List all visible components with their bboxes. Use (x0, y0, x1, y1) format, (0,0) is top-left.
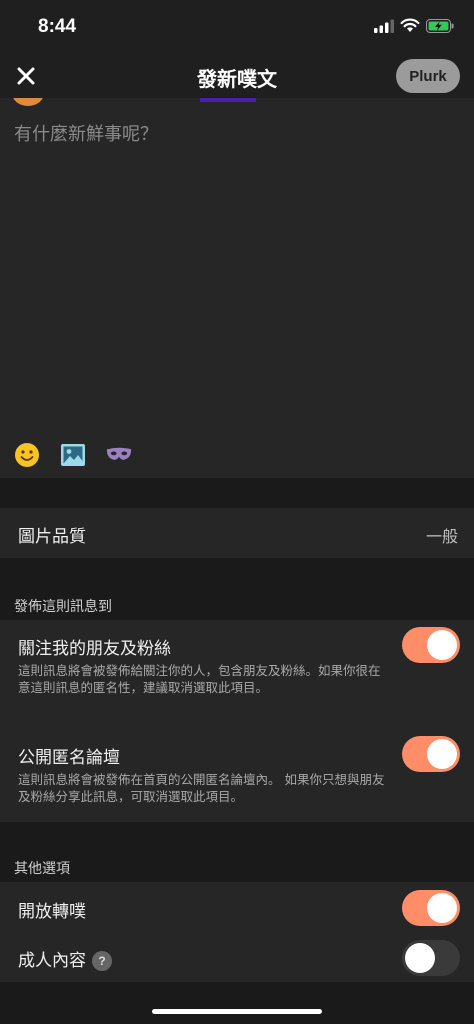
composer-toolbar (14, 442, 132, 468)
publish-section: 關注我的朋友及粉絲 這則訊息將會被發佈給關注你的人，包含朋友及粉絲。如果你很在意… (0, 620, 474, 822)
avatar (12, 98, 44, 106)
status-time: 8:44 (38, 16, 77, 37)
other-section: 開放轉噗 成人內容? (0, 882, 474, 982)
toggle-knob (427, 630, 457, 660)
wifi-icon (400, 18, 420, 37)
adult-content-toggle[interactable] (402, 940, 460, 976)
other-section-header: 其他選項 (14, 861, 70, 877)
adult-content-row: 成人內容? (18, 946, 112, 971)
anonymous-forum-label: 公開匿名論壇 (18, 748, 120, 768)
allow-replurk-toggle[interactable] (402, 890, 460, 926)
toggle-knob (427, 739, 457, 769)
plurk-submit-button[interactable]: Plurk (396, 59, 460, 93)
status-bar: 8:44 (0, 0, 474, 54)
signal-icon (374, 18, 394, 37)
qualifier-indicator (200, 98, 256, 102)
home-indicator (152, 1009, 322, 1014)
toggle-knob (405, 943, 435, 973)
battery-charging-icon (426, 18, 454, 37)
composer: 有什麼新鮮事呢？ (0, 98, 474, 478)
image-quality-value: 一般 (425, 527, 458, 546)
anonymous-forum-toggle[interactable] (402, 736, 460, 772)
toggle-knob (427, 893, 457, 923)
image-quality-row[interactable]: 圖片品質 一般 (0, 508, 474, 558)
friends-fans-label: 關注我的朋友及粉絲 (18, 639, 171, 659)
allow-replurk-label: 開放轉噗 (18, 902, 86, 922)
navbar: 發新噗文 Plurk (0, 54, 474, 98)
friends-fans-toggle[interactable] (402, 627, 460, 663)
mask-icon[interactable] (106, 442, 132, 468)
image-quality-label: 圖片品質 (18, 527, 86, 547)
status-icons (374, 18, 454, 37)
adult-content-label: 成人內容 (18, 951, 86, 971)
anonymous-forum-description: 這則訊息將會被發佈在首頁的公開匿名論壇內。 如果你只想與朋友及粉絲分享此訊息，可… (18, 772, 385, 804)
friends-fans-description: 這則訊息將會被發佈給關注你的人，包含朋友及粉絲。如果你很在意這則訊息的匿名性，建… (18, 663, 381, 695)
publish-section-header: 發佈這則訊息到 (14, 599, 112, 615)
plurk-text-input[interactable]: 有什麼新鮮事呢？ (14, 120, 158, 146)
help-icon[interactable]: ? (92, 951, 112, 971)
image-icon[interactable] (60, 442, 86, 468)
emoji-icon[interactable] (14, 442, 40, 468)
